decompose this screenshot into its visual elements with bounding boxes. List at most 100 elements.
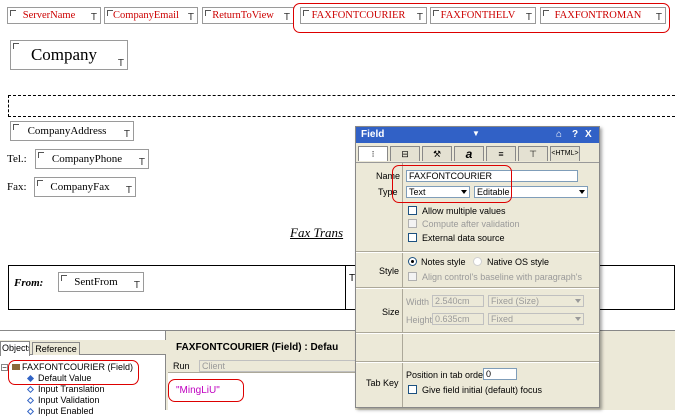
- field-properties-dialog: Field ▼ ⌂ ? X ⁝ ⊟ ⚒ a ≡ ⊤ <HTML> Name FA…: [355, 126, 600, 408]
- dialog-dropdown-icon[interactable]: ▼: [472, 129, 480, 138]
- tree-item[interactable]: Input Translation: [38, 384, 105, 394]
- tabkey-label: Tab Key: [366, 378, 399, 388]
- tree-item[interactable]: Input Validation: [38, 395, 99, 405]
- text-type-icon: T: [283, 12, 290, 23]
- tree-item[interactable]: Input Enabled: [38, 406, 94, 416]
- width-mode-value: Fixed (Size): [491, 296, 540, 306]
- chevron-down-icon: [575, 317, 581, 321]
- compute-after-checkbox[interactable]: [408, 219, 417, 228]
- dialog-titlebar[interactable]: Field ▼ ⌂ ? X: [356, 127, 599, 143]
- tree-expand-icon[interactable]: −: [1, 364, 8, 372]
- height-mode-value: Fixed: [491, 314, 514, 324]
- allow-multiple-label: Allow multiple values: [422, 206, 506, 216]
- section-separator: [356, 251, 599, 253]
- field-label: ReturnToView: [212, 10, 274, 21]
- tab-control-icon[interactable]: ⊟: [390, 146, 420, 161]
- width-value: 2.540cm: [435, 296, 470, 306]
- dialog-title: Field: [361, 129, 385, 140]
- run-select-value: Client: [202, 361, 226, 371]
- align-baseline-checkbox[interactable]: [408, 272, 417, 281]
- width-label: Width: [406, 297, 430, 307]
- diamond-outline-icon: [26, 396, 35, 405]
- highlight-name-type: [392, 165, 512, 203]
- diamond-outline-icon: [26, 385, 35, 394]
- highlight-default-value: [8, 360, 139, 385]
- fax-transmission-heading: Fax Trans: [290, 225, 344, 240]
- tab-info-icon[interactable]: ⁝: [358, 146, 388, 161]
- dialog-help-icon[interactable]: ?: [572, 129, 578, 140]
- height-mode-select[interactable]: Fixed: [488, 313, 584, 325]
- companyemail-field[interactable]: CompanyEmail T: [104, 7, 198, 24]
- style-label: Style: [379, 266, 400, 276]
- section-separator: [356, 332, 599, 334]
- servername-field[interactable]: ServerName T: [7, 7, 101, 24]
- allow-multiple-checkbox[interactable]: [408, 206, 417, 215]
- from-table-divider: [345, 265, 346, 310]
- companyaddress-field[interactable]: CompanyAddress T: [10, 121, 134, 141]
- section-separator: [356, 287, 599, 289]
- notes-style-label: Notes style: [421, 257, 466, 267]
- dialog-close-icon[interactable]: X: [585, 129, 592, 140]
- height-value: 0.635cm: [435, 314, 470, 324]
- external-source-checkbox[interactable]: [408, 233, 417, 242]
- width-mode-select[interactable]: Fixed (Size): [488, 295, 584, 307]
- run-select[interactable]: Client: [199, 360, 359, 372]
- initial-focus-label: Give field initial (default) focus: [422, 385, 543, 395]
- text-type-icon: T: [123, 129, 130, 140]
- text-type-icon: T: [90, 12, 97, 23]
- section-divider: [8, 95, 675, 117]
- tab-font-icon[interactable]: a: [454, 146, 484, 161]
- height-field[interactable]: 0.635cm: [432, 313, 484, 325]
- code-pane: FAXFONTCOURIER (Field) : Defau Run Clien…: [168, 331, 359, 410]
- field-label: CompanyFax: [50, 181, 110, 193]
- native-style-label: Native OS style: [487, 257, 550, 267]
- notes-style-radio[interactable]: [408, 257, 417, 266]
- native-style-radio[interactable]: [473, 257, 482, 266]
- tab-objects[interactable]: Objects: [0, 341, 30, 356]
- returntoview-field[interactable]: ReturnToView T: [202, 7, 294, 24]
- sentfrom-field[interactable]: SentFrom T: [58, 272, 144, 292]
- field-label: Company: [30, 45, 98, 64]
- field-label: ServerName: [22, 10, 76, 21]
- chevron-down-icon: [579, 190, 585, 194]
- text-type-icon: T: [187, 12, 194, 23]
- align-baseline-label: Align control's baseline with paragraph'…: [422, 272, 583, 282]
- field-label: SentFrom: [74, 276, 118, 288]
- diamond-outline-icon: [26, 407, 35, 416]
- chevron-down-icon: [575, 299, 581, 303]
- position-value: 0: [486, 369, 492, 379]
- initial-focus-checkbox[interactable]: [408, 385, 417, 394]
- from-label: From:: [14, 277, 44, 289]
- companyphone-field[interactable]: CompanyPhone T: [35, 149, 149, 169]
- field-label: CompanyEmail: [113, 10, 179, 21]
- run-label: Run: [173, 361, 190, 371]
- position-field[interactable]: 0: [483, 368, 517, 380]
- tel-label: Tel.:: [7, 153, 27, 165]
- text-type-icon: T: [117, 58, 124, 69]
- field-label: CompanyAddress: [27, 125, 107, 137]
- compute-after-label: Compute after validation: [422, 219, 520, 229]
- section-separator: [356, 361, 599, 363]
- width-field[interactable]: 2.540cm: [432, 295, 484, 307]
- tab-html[interactable]: <HTML>: [550, 146, 580, 161]
- company-field[interactable]: Company T: [10, 40, 128, 70]
- height-label: Height: [406, 315, 433, 325]
- text-type-icon: T: [133, 280, 140, 291]
- objects-pane: Objects Reference − FAXFONTCOURIER (Fiel…: [0, 331, 166, 416]
- tab-hide-icon[interactable]: ⚒: [422, 146, 452, 161]
- dialog-tab-strip: ⁝ ⊟ ⚒ a ≡ ⊤ <HTML>: [356, 144, 599, 163]
- highlight-fax-fonts: [293, 3, 670, 33]
- position-label: Position in tab order: [406, 370, 487, 380]
- tab-border-icon[interactable]: ⊤: [518, 146, 548, 161]
- text-type-icon: T: [125, 185, 132, 196]
- external-source-label: External data source: [422, 233, 505, 243]
- companyfax-field[interactable]: CompanyFax T: [34, 177, 136, 197]
- size-label: Size: [382, 307, 400, 317]
- tab-paragraph-icon[interactable]: ≡: [486, 146, 516, 161]
- tab-reference[interactable]: Reference: [32, 342, 80, 355]
- text-type-icon: T: [138, 157, 145, 168]
- field-label: CompanyPhone: [51, 153, 123, 165]
- highlight-code: [168, 379, 244, 402]
- dialog-pin-icon[interactable]: ⌂: [556, 129, 562, 140]
- code-pane-title: FAXFONTCOURIER (Field) : Defau: [176, 342, 339, 353]
